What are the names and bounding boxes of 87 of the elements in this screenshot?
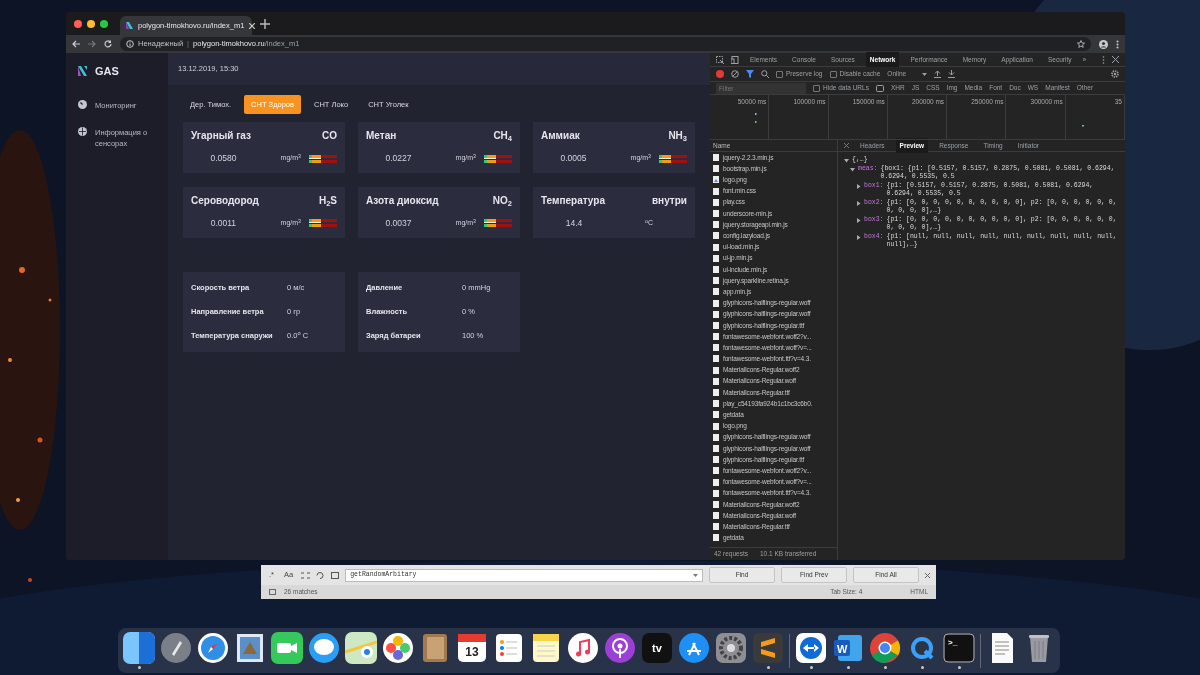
filter-icon[interactable]	[746, 70, 754, 78]
clear-icon[interactable]	[731, 70, 739, 78]
sensor-name: Метан	[366, 128, 397, 143]
in-selection-icon[interactable]	[316, 571, 326, 579]
tv-icon[interactable]: tv	[641, 632, 673, 664]
calendar-icon[interactable]: 13	[456, 632, 488, 664]
caret-icon	[693, 573, 698, 577]
gauge-icon	[78, 99, 87, 109]
stamp-icon[interactable]	[234, 632, 266, 664]
forward-icon[interactable]	[88, 40, 96, 48]
formula: внутри	[651, 194, 687, 208]
sensor-name: Аммиак	[541, 128, 580, 143]
star-icon[interactable]	[1077, 40, 1085, 48]
sensor-value: 0.0005	[559, 152, 588, 165]
notepad-icon[interactable]	[530, 632, 562, 664]
close-button[interactable]	[74, 19, 82, 28]
sensor-name: Азота диоксид	[366, 193, 439, 208]
sensor-value: 14.4	[564, 217, 584, 230]
podcast-icon[interactable]	[604, 632, 636, 664]
video-camera-icon[interactable]	[271, 632, 303, 664]
expand-arrow-icon[interactable]	[856, 234, 861, 240]
level-bars-icon	[309, 153, 337, 164]
map-icon[interactable]	[345, 632, 377, 664]
toggle-icon[interactable]	[875, 84, 884, 92]
logo-icon	[78, 66, 87, 77]
highlight-icon[interactable]	[331, 571, 340, 579]
compass-icon[interactable]	[197, 632, 229, 664]
music-note-icon[interactable]	[567, 632, 599, 664]
expand-arrow-icon[interactable]	[856, 183, 861, 189]
formula: CH$_{4}$	[493, 129, 512, 144]
new-tab-icon[interactable]	[260, 18, 270, 29]
icon-label: tv	[652, 640, 662, 656]
upload-icon[interactable]	[934, 70, 942, 78]
settings-icon[interactable]	[1111, 70, 1119, 78]
s-shape-icon[interactable]	[752, 632, 784, 664]
back-icon[interactable]	[72, 40, 80, 48]
formula: H$_{2}$S	[318, 194, 337, 208]
gear-icon[interactable]	[715, 632, 747, 664]
expand-arrow-icon[interactable]	[850, 166, 855, 172]
info-icon[interactable]	[126, 40, 134, 48]
image-file-icon	[713, 176, 719, 184]
menu-icon[interactable]	[1102, 55, 1105, 64]
level-bars-icon	[309, 218, 337, 229]
terminal-icon[interactable]: >_	[943, 632, 975, 664]
level-bars-icon	[659, 153, 687, 164]
record-icon[interactable]	[716, 70, 724, 78]
q-icon[interactable]	[906, 632, 938, 664]
close-icon[interactable]	[1112, 56, 1119, 63]
panel-icon[interactable]	[269, 588, 276, 595]
expand-arrow-icon[interactable]	[856, 200, 861, 206]
flower-icon[interactable]	[382, 632, 414, 664]
formula: NO$_{2}$	[492, 194, 512, 208]
chrome-icon[interactable]	[869, 632, 901, 664]
profile-icon[interactable]	[1099, 39, 1108, 49]
caret-icon	[922, 72, 928, 76]
sensor-name: Угарный газ	[191, 128, 251, 143]
speech-bubble-icon[interactable]	[308, 632, 340, 664]
formula: CO	[322, 129, 337, 144]
sensor-name: Температура	[541, 193, 605, 208]
maximize-button[interactable]	[100, 19, 108, 28]
request-mark	[1082, 125, 1085, 127]
expand-arrow-icon[interactable]	[856, 217, 861, 223]
app-store-icon[interactable]	[678, 632, 710, 664]
sensor-value: 0.0580	[209, 152, 238, 165]
list-icon[interactable]	[493, 632, 525, 664]
icon-label: W	[837, 642, 848, 657]
inspect-icon[interactable]	[716, 55, 724, 64]
request-marks-drawing	[755, 113, 758, 125]
formula: NH$_{3}$	[668, 129, 687, 144]
reload-icon[interactable]	[104, 40, 112, 48]
logo-text: GAS	[95, 64, 119, 79]
sensor-value: 0.0227	[384, 152, 413, 165]
minimize-button[interactable]	[87, 19, 95, 28]
favicon-icon	[126, 22, 133, 29]
icon-label: 13	[465, 644, 479, 661]
device-icon[interactable]	[731, 55, 739, 64]
sensor-name: Сероводород	[191, 193, 259, 208]
level-bars-icon	[484, 153, 512, 164]
menu-icon[interactable]	[1116, 39, 1119, 49]
search-icon[interactable]	[761, 70, 769, 78]
icon-label: >_	[948, 637, 958, 649]
sensor-value: 0.0037	[384, 217, 413, 230]
download-icon[interactable]	[948, 70, 956, 78]
sensor-value: 0.0011	[209, 217, 238, 230]
expand-arrow-icon[interactable]	[844, 158, 849, 163]
level-bars-icon	[484, 218, 512, 229]
globe-icon	[78, 126, 87, 136]
